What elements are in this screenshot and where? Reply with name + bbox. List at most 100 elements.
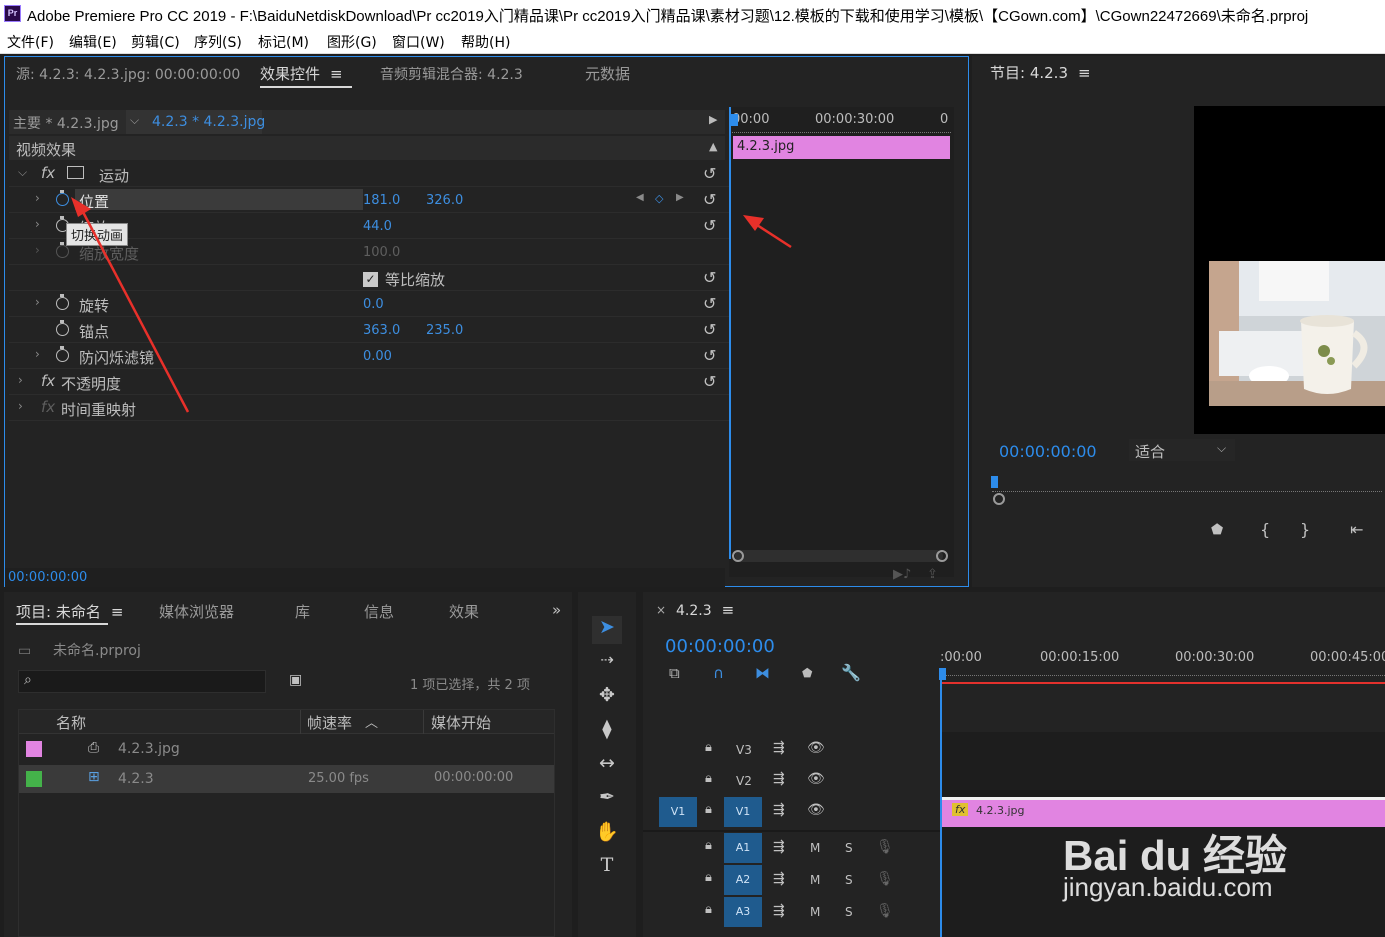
mark-out-icon[interactable]: }	[1300, 520, 1310, 539]
panel-menu-icon[interactable]: ≡	[111, 603, 124, 621]
sync-lock-icon[interactable]: ⇶	[773, 839, 785, 855]
nest-toggle-icon[interactable]: ⧉	[669, 664, 680, 682]
solo-button[interactable]: S	[845, 905, 853, 919]
menu-edit[interactable]: 编辑(E)	[69, 32, 117, 52]
fit-dropdown[interactable]: 适合 ⌵	[1129, 439, 1235, 461]
program-ruler[interactable]	[992, 484, 1382, 492]
go-to-in-icon[interactable]: ⇤	[1350, 520, 1363, 539]
track-target-v1[interactable]: V1	[724, 797, 762, 827]
tab-sequence[interactable]: 4.2.3 ≡	[676, 601, 734, 619]
chevron-down-icon: ⌵	[1217, 441, 1227, 455]
sync-lock-icon[interactable]: ⇶	[773, 771, 785, 787]
timeline-playhead-handle[interactable]	[939, 668, 946, 680]
sync-lock-icon[interactable]: ⇶	[773, 903, 785, 919]
project-row-selected[interactable]: ⊞ 4.2.3 25.00 fps 00:00:00:00	[18, 765, 555, 793]
lock-icon[interactable]: 🔒︎	[705, 802, 712, 817]
source-patch-v1[interactable]: V1	[659, 797, 697, 827]
linked-selection-icon[interactable]: ⧓	[755, 664, 770, 682]
menu-file[interactable]: 文件(F)	[7, 32, 54, 52]
annotation-arrows	[71, 197, 792, 413]
tab-program[interactable]: 节目: 4.2.3 ≡	[990, 62, 1091, 83]
track-label[interactable]: V2	[736, 774, 752, 788]
track-target-a3[interactable]: A3	[724, 897, 762, 927]
column-name[interactable]: 名称	[56, 712, 86, 733]
selection-tool-icon[interactable]: ➤	[592, 616, 622, 644]
track-v2: 🔒︎ V2 ⇶ 👁︎	[643, 766, 940, 796]
project-row[interactable]: ⎙ 4.2.3.jpg	[18, 735, 555, 764]
tab-libraries[interactable]: 库	[295, 601, 310, 622]
tab-media-browser[interactable]: 媒体浏览器	[159, 601, 234, 622]
add-marker-icon[interactable]: ⬟	[1211, 522, 1223, 538]
column-media-start[interactable]: 媒体开始	[431, 712, 491, 733]
eye-icon[interactable]: 👁︎	[807, 802, 825, 818]
timeline-playhead[interactable]	[940, 680, 942, 937]
track-label[interactable]: V3	[736, 743, 752, 757]
timeline-panel: × 4.2.3 ≡ 00:00:00:00 ⧉ ∩ ⧓ ⬟ 🔧 :00:00 00…	[643, 592, 1385, 937]
lock-icon[interactable]: 🔒︎	[705, 902, 712, 917]
sort-ascending-icon[interactable]: ︿	[365, 712, 378, 731]
ruler-label: :00:00	[940, 650, 982, 665]
lock-icon[interactable]: 🔒︎	[705, 838, 712, 853]
program-timecode[interactable]: 00:00:00:00	[999, 442, 1097, 461]
eye-icon[interactable]: 👁︎	[807, 771, 825, 787]
track-select-tool-icon[interactable]: ⇢	[592, 650, 622, 678]
overflow-tabs-icon[interactable]: »	[552, 601, 561, 619]
sync-lock-icon[interactable]: ⇶	[773, 871, 785, 887]
label-color-swatch[interactable]	[26, 741, 42, 757]
sync-lock-icon[interactable]: ⇶	[773, 740, 785, 756]
track-a1: 🔒︎ A1 ⇶ M S 🎙︎	[643, 833, 940, 864]
column-frame-rate[interactable]: 帧速率	[307, 712, 352, 733]
timeline-ruler[interactable]: :00:00 00:00:15:00 00:00:30:00 00:00:45:…	[940, 648, 1385, 684]
annotation-arrow-line	[756, 223, 792, 249]
solo-button[interactable]: S	[845, 841, 853, 855]
microphone-icon[interactable]: 🎙︎	[876, 903, 894, 919]
column-divider	[300, 709, 301, 734]
microphone-icon[interactable]: 🎙︎	[876, 839, 894, 855]
menu-help[interactable]: 帮助(H)	[461, 32, 510, 52]
snap-icon[interactable]: ∩	[713, 664, 724, 682]
pen-tool-icon[interactable]: ✒	[592, 786, 622, 814]
tab-info[interactable]: 信息	[364, 601, 394, 622]
close-tab-icon[interactable]: ×	[656, 603, 666, 617]
mute-button[interactable]: M	[810, 841, 820, 855]
project-search-input[interactable]: ⌕	[18, 670, 266, 693]
menu-window[interactable]: 窗口(W)	[392, 32, 445, 52]
panel-menu-icon[interactable]: ≡	[722, 601, 735, 619]
new-bin-from-search-icon[interactable]: ▣	[289, 672, 302, 688]
tab-project[interactable]: 项目: 未命名 ≡	[16, 601, 123, 622]
mute-button[interactable]: M	[810, 873, 820, 887]
panel-menu-icon[interactable]: ≡	[1078, 64, 1091, 82]
track-target-a1[interactable]: A1	[724, 833, 762, 863]
add-marker-icon[interactable]: ⬟	[802, 666, 812, 680]
track-target-a2[interactable]: A2	[724, 865, 762, 895]
label-color-swatch[interactable]	[26, 771, 42, 787]
timeline-timecode[interactable]: 00:00:00:00	[665, 636, 775, 657]
project-folder-icon: ▭	[18, 643, 32, 659]
tab-effects[interactable]: 效果	[449, 601, 479, 622]
lock-icon[interactable]: 🔒︎	[705, 771, 712, 786]
program-playhead[interactable]	[991, 476, 998, 488]
hand-tool-icon[interactable]: ✋	[592, 820, 622, 848]
menu-clip[interactable]: 剪辑(C)	[131, 32, 180, 52]
track-a3: 🔒︎ A3 ⇶ M S 🎙︎	[643, 897, 940, 928]
menu-graphics[interactable]: 图形(G)	[327, 32, 377, 52]
mark-in-icon[interactable]: {	[1260, 520, 1270, 539]
annotation-arrow-line	[81, 211, 190, 413]
wrench-icon[interactable]: 🔧	[841, 663, 861, 682]
work-area-bar[interactable]	[940, 682, 1385, 684]
program-viewer[interactable]	[1194, 106, 1385, 434]
menu-marker[interactable]: 标记(M)	[258, 32, 309, 52]
solo-button[interactable]: S	[845, 873, 853, 887]
mute-button[interactable]: M	[810, 905, 820, 919]
lock-icon[interactable]: 🔒︎	[705, 740, 712, 755]
menu-sequence[interactable]: 序列(S)	[194, 32, 242, 52]
lock-icon[interactable]: 🔒︎	[705, 870, 712, 885]
eye-icon[interactable]: 👁︎	[807, 740, 825, 756]
razor-tool-icon[interactable]: ⧫	[592, 718, 622, 746]
program-zoom-handle[interactable]	[993, 493, 1005, 505]
sync-lock-icon[interactable]: ⇶	[773, 802, 785, 818]
ripple-edit-tool-icon[interactable]: ✥	[592, 684, 622, 712]
microphone-icon[interactable]: 🎙︎	[876, 871, 894, 887]
type-tool-icon[interactable]: T	[592, 854, 622, 882]
slip-tool-icon[interactable]: ↔	[592, 752, 622, 780]
